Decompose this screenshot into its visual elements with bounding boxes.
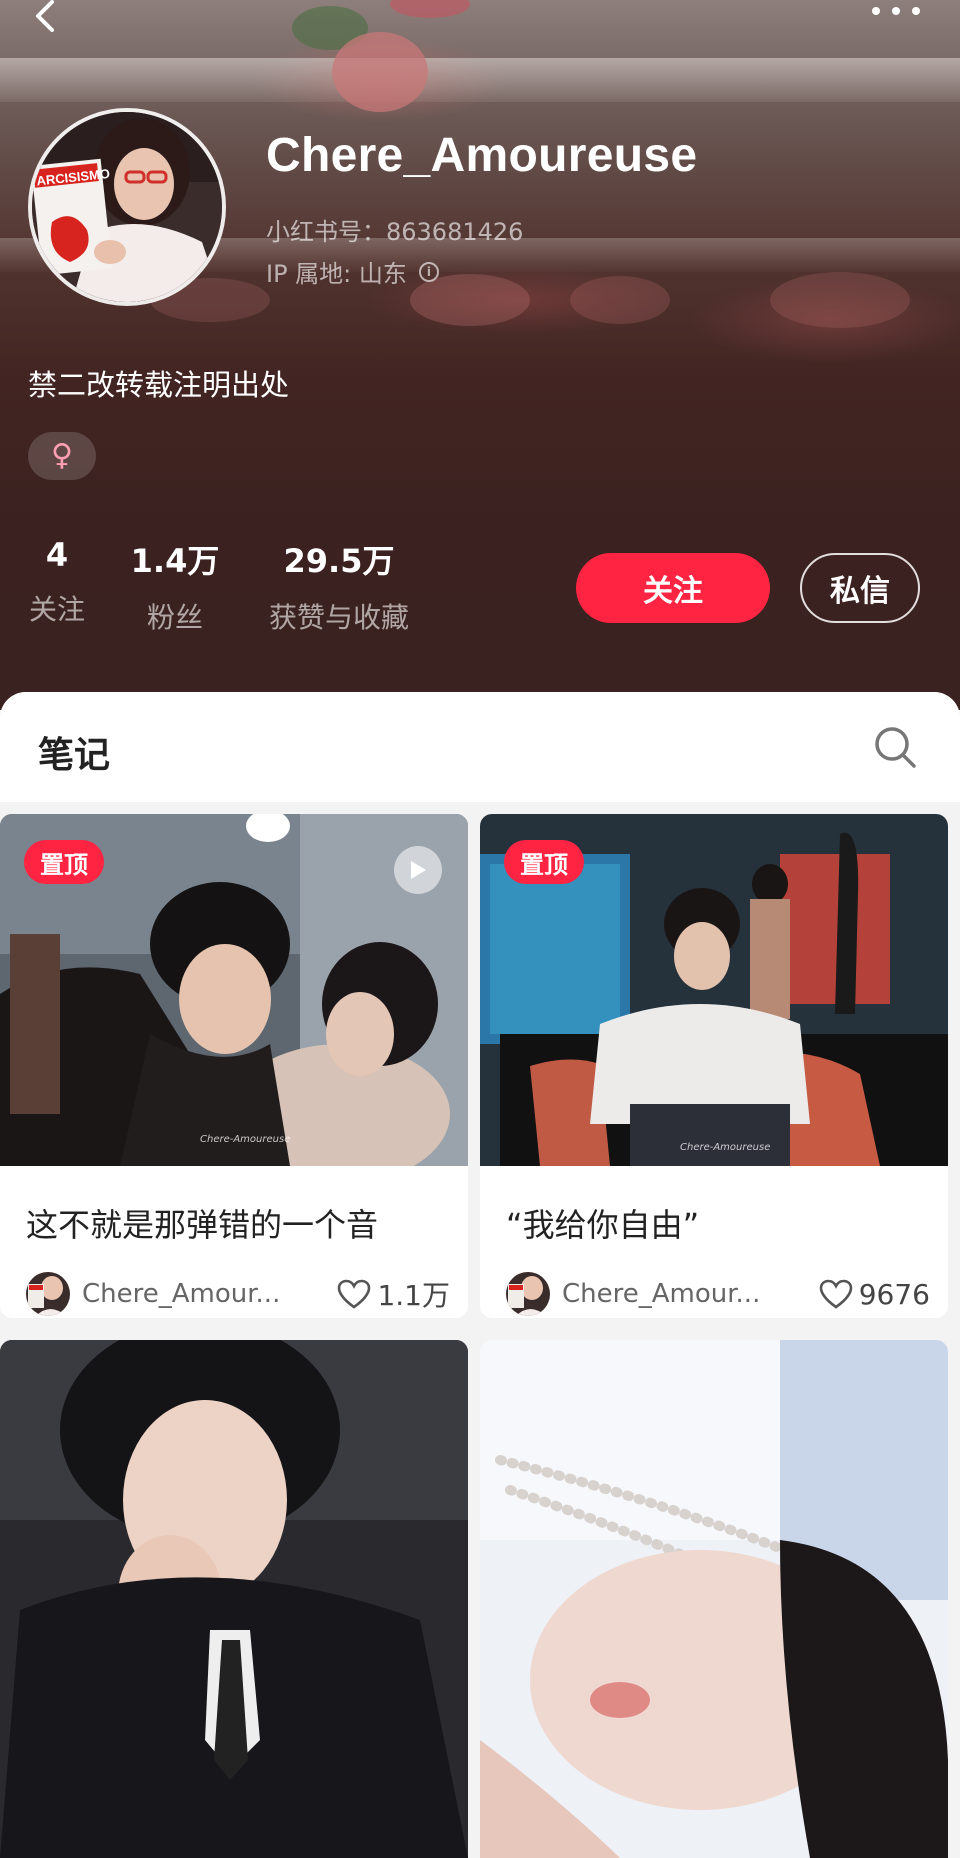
like-count: 1.1万	[377, 1279, 450, 1312]
note-card[interactable]: Chere-Amoureuse 置顶 这不就是那弹错的一个音 Chere_Amo…	[0, 814, 468, 1318]
chevron-left-icon	[36, 0, 54, 32]
stat-likes-value: 29.5万	[283, 542, 395, 580]
author-avatar[interactable]	[506, 1272, 550, 1316]
follow-button[interactable]: 关注	[576, 553, 770, 623]
more-dots-icon	[872, 7, 920, 15]
like-count: 9676	[858, 1277, 930, 1311]
gender-female-icon: ♀	[28, 432, 96, 480]
stat-following-label: 关注	[28, 593, 85, 626]
pinned-badge: 置顶	[24, 840, 104, 884]
note-card[interactable]	[0, 1340, 468, 1858]
stat-likes-collects[interactable]: 29.5万 获赞与收藏	[260, 536, 418, 636]
like-button[interactable]: 1.1万	[337, 1274, 450, 1314]
note-card[interactable]	[480, 1340, 948, 1858]
search-icon	[875, 727, 916, 768]
heart-icon	[819, 1279, 853, 1309]
note-card[interactable]: Chere-Amoureuse 置顶 “我给你自由” Chere_Amour..…	[480, 814, 948, 1318]
info-icon[interactable]: i	[418, 261, 439, 282]
stat-following-value: 4	[45, 536, 69, 574]
stat-followers-label: 粉丝	[146, 601, 203, 634]
profile-avatar[interactable]: ARCISISMO	[28, 108, 226, 306]
note-title: “我给你自由”	[506, 1206, 700, 1244]
author-avatar[interactable]	[26, 1272, 70, 1316]
note-cover-image: Chere-Amoureuse 置顶	[480, 814, 948, 1166]
stat-followers[interactable]: 1.4万 粉丝	[122, 536, 228, 636]
note-cover-image	[480, 1340, 948, 1858]
ip-location-text: IP 属地: 山东	[266, 260, 407, 288]
stat-following[interactable]: 4 关注	[24, 536, 90, 628]
stat-followers-value: 1.4万	[130, 542, 220, 580]
pinned-badge: 置顶	[504, 840, 584, 884]
profile-username: Chere_Amoureuse	[266, 129, 698, 182]
note-cover-image: Chere-Amoureuse 置顶	[0, 814, 468, 1166]
profile-bio: 禁二改转载注明出处	[28, 368, 290, 402]
video-play-icon	[394, 846, 442, 894]
notes-section: 笔记 Chere-Amoureuse 置顶 这不就是那弹错的一个音 Chere_…	[0, 692, 960, 1858]
notes-tabbar: 笔记	[0, 692, 960, 802]
stat-likes-label: 获赞与收藏	[268, 601, 409, 634]
note-title: 这不就是那弹错的一个音	[26, 1206, 379, 1244]
image-watermark: Chere-Amoureuse	[680, 1142, 771, 1153]
search-button[interactable]	[872, 724, 918, 770]
back-button[interactable]	[30, 0, 70, 36]
like-button[interactable]: 9676	[819, 1278, 930, 1311]
ip-location: IP 属地: 山东 i	[266, 254, 439, 289]
note-cover-image	[0, 1340, 468, 1858]
image-watermark: Chere-Amoureuse	[200, 1134, 291, 1145]
red-id: 小红书号：863681426	[266, 218, 524, 246]
heart-icon	[338, 1279, 371, 1309]
message-button[interactable]: 私信	[800, 553, 920, 623]
author-name[interactable]: Chere_Amour...	[82, 1279, 337, 1309]
note-meta: Chere_Amour... 1.1万	[26, 1270, 450, 1318]
note-meta: Chere_Amour... 9676	[506, 1270, 930, 1318]
tab-notes[interactable]: 笔记	[38, 726, 110, 778]
author-name[interactable]: Chere_Amour...	[562, 1279, 819, 1309]
more-button[interactable]	[870, 0, 930, 24]
